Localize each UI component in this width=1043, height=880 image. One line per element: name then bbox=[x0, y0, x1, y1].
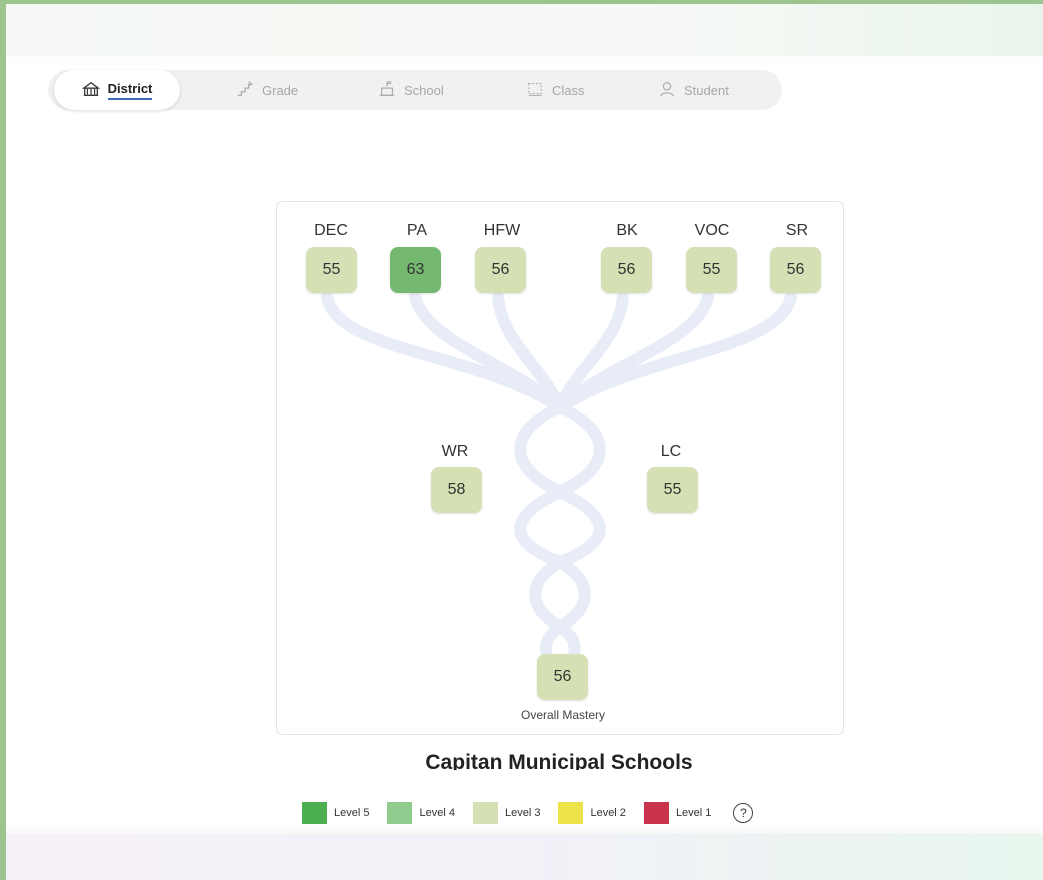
score-box-bk[interactable]: 56 bbox=[601, 247, 652, 293]
tab-school-label: School bbox=[404, 82, 444, 98]
score-box-pa[interactable]: 63 bbox=[390, 247, 441, 293]
legend-swatch-level-2 bbox=[558, 802, 584, 824]
score-box-sr[interactable]: 56 bbox=[770, 247, 821, 293]
score-box-dec[interactable]: 55 bbox=[306, 247, 357, 293]
tab-district[interactable]: District bbox=[54, 70, 180, 110]
tab-grade-label: Grade bbox=[262, 82, 299, 98]
district-building-icon bbox=[81, 80, 100, 101]
legend-label-level-1: Level 1 bbox=[675, 807, 712, 819]
legend-level-4: Level 4 bbox=[387, 802, 455, 824]
legend-swatch-level-4 bbox=[387, 802, 413, 824]
tab-class-label: Class bbox=[552, 82, 585, 98]
legend-level-2: Level 2 bbox=[558, 802, 626, 824]
legend-level-3: Level 3 bbox=[472, 802, 541, 824]
student-person-icon bbox=[658, 80, 676, 101]
node-label-sr: SR bbox=[785, 222, 809, 239]
legend-label-level-4: Level 4 bbox=[419, 807, 455, 819]
legend-label-level-5: Level 5 bbox=[334, 807, 370, 819]
score-box-hfw[interactable]: 56 bbox=[475, 247, 526, 293]
legend-label-level-2: Level 2 bbox=[590, 807, 626, 819]
class-icon bbox=[526, 80, 544, 101]
node-label-bk: BK bbox=[616, 222, 638, 239]
grade-stairs-icon bbox=[236, 80, 254, 101]
node-label-dec: DEC bbox=[314, 222, 348, 239]
overall-mastery-caption: Overall Mastery bbox=[520, 708, 606, 722]
node-label-lc: LC bbox=[660, 443, 682, 460]
school-name-title: Capitan Municipal Schools bbox=[425, 751, 693, 770]
node-label-hfw: HFW bbox=[483, 222, 521, 239]
legend-swatch-level-5 bbox=[302, 802, 327, 824]
tab-student[interactable]: Student bbox=[658, 70, 729, 110]
legend-label-level-3: Level 3 bbox=[504, 807, 541, 819]
node-label-pa: PA bbox=[406, 222, 428, 239]
help-question-icon[interactable]: ? bbox=[733, 803, 754, 823]
node-label-wr: WR bbox=[441, 443, 469, 460]
score-box-voc[interactable]: 55 bbox=[686, 247, 737, 293]
app-frame: District Grade School Class Student DEC … bbox=[6, 4, 1043, 880]
tab-grade[interactable]: Grade bbox=[236, 70, 298, 110]
level-legend: Level 5 Level 4 Level 3 Level 2 Level 1 … bbox=[302, 802, 754, 824]
score-box-overall[interactable]: 56 bbox=[537, 654, 588, 700]
legend-swatch-level-1 bbox=[643, 802, 669, 824]
node-label-voc: VOC bbox=[694, 222, 730, 239]
tab-school[interactable]: School bbox=[378, 70, 444, 110]
legend-level-1: Level 1 bbox=[643, 802, 712, 824]
legend-level-5: Level 5 bbox=[302, 802, 369, 824]
legend-swatch-level-3 bbox=[472, 802, 498, 824]
top-band bbox=[6, 4, 1043, 56]
school-icon bbox=[378, 80, 396, 101]
bottom-band bbox=[6, 834, 1043, 880]
tab-student-label: Student bbox=[684, 82, 729, 98]
score-box-lc[interactable]: 55 bbox=[647, 467, 698, 513]
tab-class[interactable]: Class bbox=[526, 70, 585, 110]
score-box-wr[interactable]: 58 bbox=[431, 467, 482, 513]
level-tab-bar: District Grade School Class Student bbox=[48, 70, 782, 110]
tab-district-label: District bbox=[107, 81, 153, 100]
mastery-tree-panel: DEC PA HFW BK VOC SR 55 63 56 56 55 56 W… bbox=[276, 201, 844, 735]
